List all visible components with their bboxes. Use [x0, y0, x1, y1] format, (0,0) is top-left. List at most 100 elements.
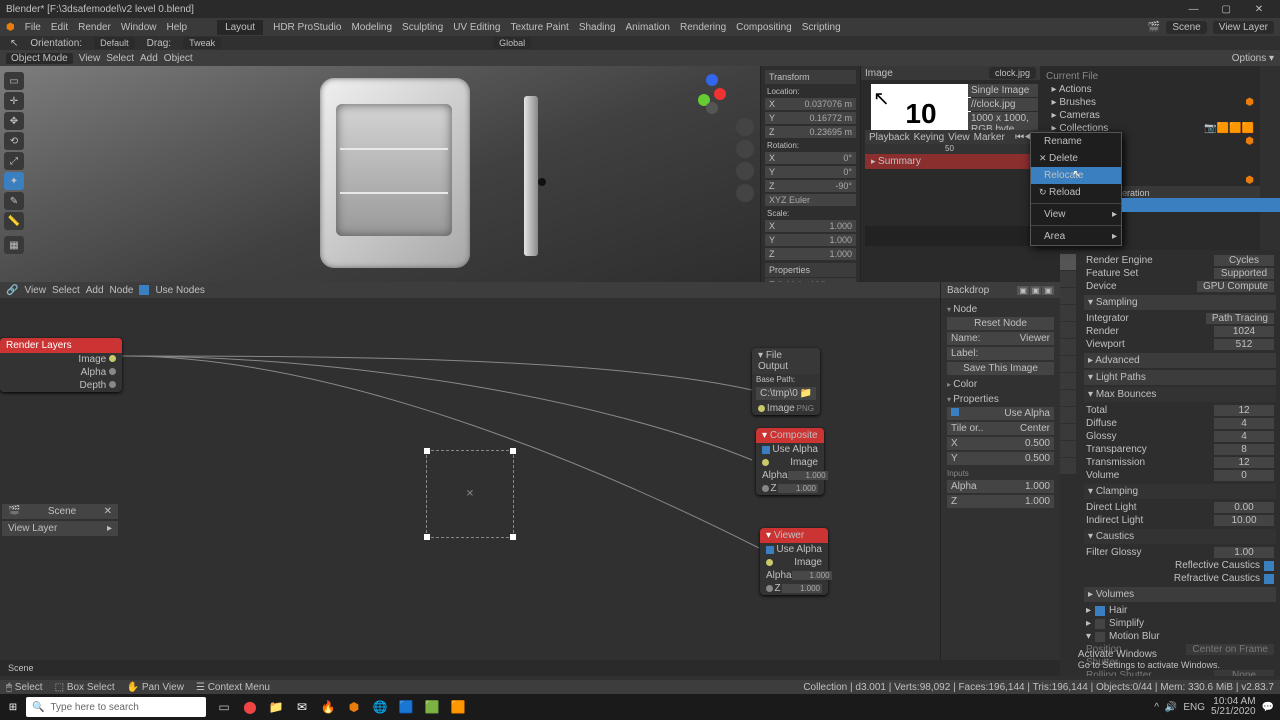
usealpha-toggle[interactable]: Use Alpha — [756, 443, 824, 456]
scl-x[interactable]: X1.000 — [765, 220, 856, 232]
timeline-ruler[interactable]: 50 107 — [865, 144, 1055, 154]
viewlayer-row[interactable]: View Layer▸ — [2, 521, 118, 536]
outliner-header[interactable]: Current File — [1046, 70, 1254, 83]
options-label[interactable]: Options ▾ — [1232, 53, 1280, 64]
app-icon[interactable]: ⬤ — [238, 695, 262, 719]
modifier-tab[interactable] — [1060, 356, 1076, 372]
ctxmenu-delete[interactable]: ✕ Delete — [1031, 150, 1121, 167]
select-menu[interactable]: Select — [106, 53, 134, 64]
input-image[interactable]: Image — [756, 456, 824, 469]
ctxmenu-area[interactable]: Area▸ — [1031, 228, 1121, 245]
input-alpha[interactable]: Alpha — [756, 469, 824, 482]
3d-viewport[interactable]: ▭ ✛ ✥ ⟲ ⤢ ✦ ✎ 📏 ▦ — [0, 66, 760, 298]
output-depth[interactable]: Depth — [0, 379, 122, 392]
navigation-gizmo[interactable] — [690, 72, 730, 112]
rot-z[interactable]: Z-90° — [765, 180, 856, 192]
add-menu[interactable]: Add — [140, 53, 158, 64]
outliner-item[interactable]: ▸ Actions — [1046, 83, 1254, 96]
taskbar-search[interactable]: 🔍 Type here to search — [26, 697, 206, 717]
editor-type-icon[interactable]: 🔗 — [6, 285, 18, 296]
app-icon[interactable]: 📁 — [264, 695, 288, 719]
color-section[interactable]: ▸ Color — [947, 379, 1054, 390]
app-icon[interactable]: 🌐 — [368, 695, 392, 719]
loc-x[interactable]: X0.037076 m — [765, 98, 856, 110]
scene-selector[interactable]: Scene — [1166, 21, 1206, 34]
node-canvas[interactable]: Render Layers Image Alpha Depth ✕ ▾ File… — [0, 298, 1060, 676]
render-samples[interactable]: 1024 — [1214, 326, 1274, 337]
fileoutput-node[interactable]: ▾ File Output Base Path: C:\tmp\0📁 Image… — [752, 348, 820, 415]
backdrop-label[interactable]: Backdrop — [947, 285, 989, 296]
workspace-tab[interactable]: UV Editing — [453, 22, 500, 33]
workspace-tab[interactable]: Animation — [626, 22, 670, 33]
notification-icon[interactable]: 💬 — [1262, 702, 1274, 713]
start-button[interactable]: ⊞ — [0, 694, 26, 720]
properties-header[interactable]: Properties — [765, 263, 856, 277]
refractive-caustics-cb[interactable] — [1264, 574, 1274, 584]
input-alpha[interactable]: Alpha1.000 — [947, 480, 1054, 493]
scene-tab[interactable] — [1060, 305, 1076, 321]
output-image[interactable]: Image — [0, 353, 122, 366]
workspace-tab[interactable]: Shading — [579, 22, 616, 33]
transform-orientation[interactable]: Global — [493, 37, 531, 49]
safe-3d-object[interactable] — [320, 78, 510, 278]
taskview-icon[interactable]: ▭ — [212, 695, 236, 719]
data-tab[interactable] — [1060, 424, 1076, 440]
rot-mode[interactable]: XYZ Euler — [765, 194, 856, 206]
loc-y[interactable]: Y0.16772 m — [765, 112, 856, 124]
rot-x[interactable]: X0° — [765, 152, 856, 164]
clamping-header[interactable]: ▾ Clamping — [1084, 484, 1276, 499]
transform-tool[interactable]: ✦ — [4, 172, 24, 190]
use-nodes-checkbox[interactable] — [139, 285, 149, 295]
dopesheet-summary[interactable]: ▸ Summary — [865, 154, 1055, 169]
workspace-tab[interactable]: Sculpting — [402, 22, 443, 33]
physics-tab[interactable] — [1060, 390, 1076, 406]
dopesheet-marker[interactable]: Marker — [974, 132, 1005, 143]
engine-dropdown[interactable]: Cycles — [1214, 255, 1274, 266]
usealpha-toggle[interactable]: Use Alpha — [760, 543, 828, 556]
node-node-menu[interactable]: Node — [110, 285, 134, 296]
dopesheet-view[interactable]: View — [948, 132, 970, 143]
output-tab[interactable] — [1060, 271, 1076, 287]
annotate-tool[interactable]: ✎ — [4, 192, 24, 210]
viewlayer-tab[interactable] — [1060, 288, 1076, 304]
feature-dropdown[interactable]: Supported — [1214, 268, 1274, 279]
constraint-tab[interactable] — [1060, 407, 1076, 423]
caustics-header[interactable]: ▾ Caustics — [1084, 529, 1276, 544]
center-y[interactable]: Y0.500 — [947, 452, 1054, 465]
viewport-samples[interactable]: 512 — [1214, 339, 1274, 350]
close-button[interactable]: ✕ — [1244, 4, 1274, 15]
object-menu[interactable]: Object — [164, 53, 193, 64]
app-icon[interactable]: 🟧 — [446, 695, 470, 719]
node-select-menu[interactable]: Select — [52, 285, 80, 296]
outliner-item[interactable]: ▸ Brushes⬢ — [1046, 96, 1254, 109]
input-z[interactable]: Z — [760, 582, 828, 595]
outliner-item[interactable]: ▸ Cameras — [1046, 109, 1254, 122]
node-add-menu[interactable]: Add — [86, 285, 104, 296]
scene-row[interactable]: 🎬Scene✕ — [2, 504, 118, 519]
drag-dropdown[interactable]: Tweak — [183, 37, 221, 49]
viewlayer-selector[interactable]: View Layer — [1213, 21, 1274, 34]
lightpaths-header[interactable]: ▾ Light Paths — [1084, 370, 1276, 385]
basepath-field[interactable]: C:\tmp\0📁 — [756, 387, 816, 400]
output-alpha[interactable]: Alpha — [0, 366, 122, 379]
ctxmenu-view[interactable]: View▸ — [1031, 206, 1121, 223]
menu-help[interactable]: Help — [166, 22, 187, 33]
workspace-tab[interactable]: Scripting — [802, 22, 841, 33]
input-z[interactable]: Z — [756, 482, 824, 495]
app-icon[interactable]: 🔥 — [316, 695, 340, 719]
move-tool[interactable]: ✥ — [4, 112, 24, 130]
render-tab[interactable] — [1060, 254, 1076, 270]
diffuse-bounces[interactable]: 4 — [1214, 418, 1274, 429]
scl-y[interactable]: Y1.000 — [765, 234, 856, 246]
image-menu[interactable]: Image — [865, 68, 893, 79]
volumes-header[interactable]: ▸ Volumes — [1084, 587, 1276, 602]
folder-icon[interactable]: 📁 — [800, 388, 812, 399]
hair-toggle[interactable]: ▸Hair — [1086, 604, 1274, 617]
volume-bounces[interactable]: 0 — [1214, 470, 1274, 481]
loc-z[interactable]: Z0.23695 m — [765, 126, 856, 138]
camera-icon[interactable] — [736, 162, 754, 180]
sampling-header[interactable]: ▾ Sampling — [1084, 295, 1276, 310]
direct-clamp[interactable]: 0.00 — [1214, 502, 1274, 513]
ctxmenu-rename[interactable]: Rename — [1031, 133, 1121, 150]
select-tool[interactable]: ▭ — [4, 72, 24, 90]
